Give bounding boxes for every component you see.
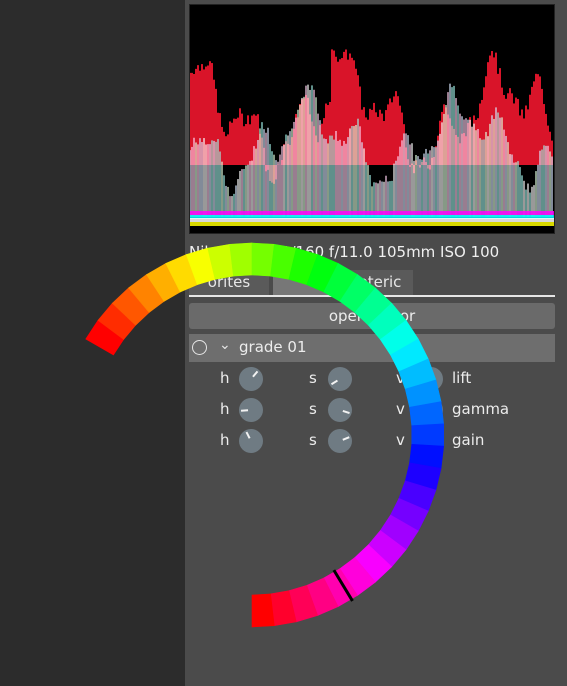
tab-esoteric[interactable]: oteric [347, 270, 413, 295]
chevron-down-icon[interactable]: ⌄ [219, 337, 231, 353]
h-label: h [220, 431, 230, 449]
v-label: v [396, 369, 405, 387]
image-area [0, 0, 185, 686]
v-label: v [396, 431, 405, 449]
value-knob[interactable] [419, 367, 443, 391]
value-knob[interactable] [419, 398, 443, 422]
hue-knob[interactable] [239, 367, 263, 391]
exif-info: Nikon D810 1/160 f/11.0 105mm ISO 100 [189, 243, 500, 261]
control-row-lift: h s v lift [189, 365, 555, 393]
tab-favorites[interactable]: orites [189, 270, 269, 295]
hue-knob[interactable] [239, 429, 263, 453]
control-row-gain: h s v gain [189, 427, 555, 455]
saturation-knob[interactable] [328, 398, 352, 422]
row-name: gain [452, 431, 485, 449]
row-name: lift [452, 369, 472, 387]
h-label: h [220, 400, 230, 418]
value-knob[interactable] [419, 429, 443, 453]
v-label: v [396, 400, 405, 418]
module-header-grade[interactable]: ⌄ grade 01 [189, 334, 555, 362]
saturation-knob[interactable] [328, 429, 352, 453]
power-icon[interactable] [192, 340, 207, 355]
s-label: s [309, 369, 317, 387]
s-label: s [309, 431, 317, 449]
hue-knob[interactable] [239, 398, 263, 422]
row-name: gamma [452, 400, 510, 418]
module-tabs: orites oteric [189, 270, 555, 297]
tab-basic[interactable] [273, 270, 343, 295]
rgb-waveform-scope[interactable] [189, 4, 555, 234]
module-name: grade 01 [239, 338, 307, 356]
saturation-knob[interactable] [328, 367, 352, 391]
control-row-gamma: h s v gamma [189, 396, 555, 424]
s-label: s [309, 400, 317, 418]
h-label: h [220, 369, 230, 387]
open-in-editor-button[interactable]: open editor [189, 303, 555, 329]
